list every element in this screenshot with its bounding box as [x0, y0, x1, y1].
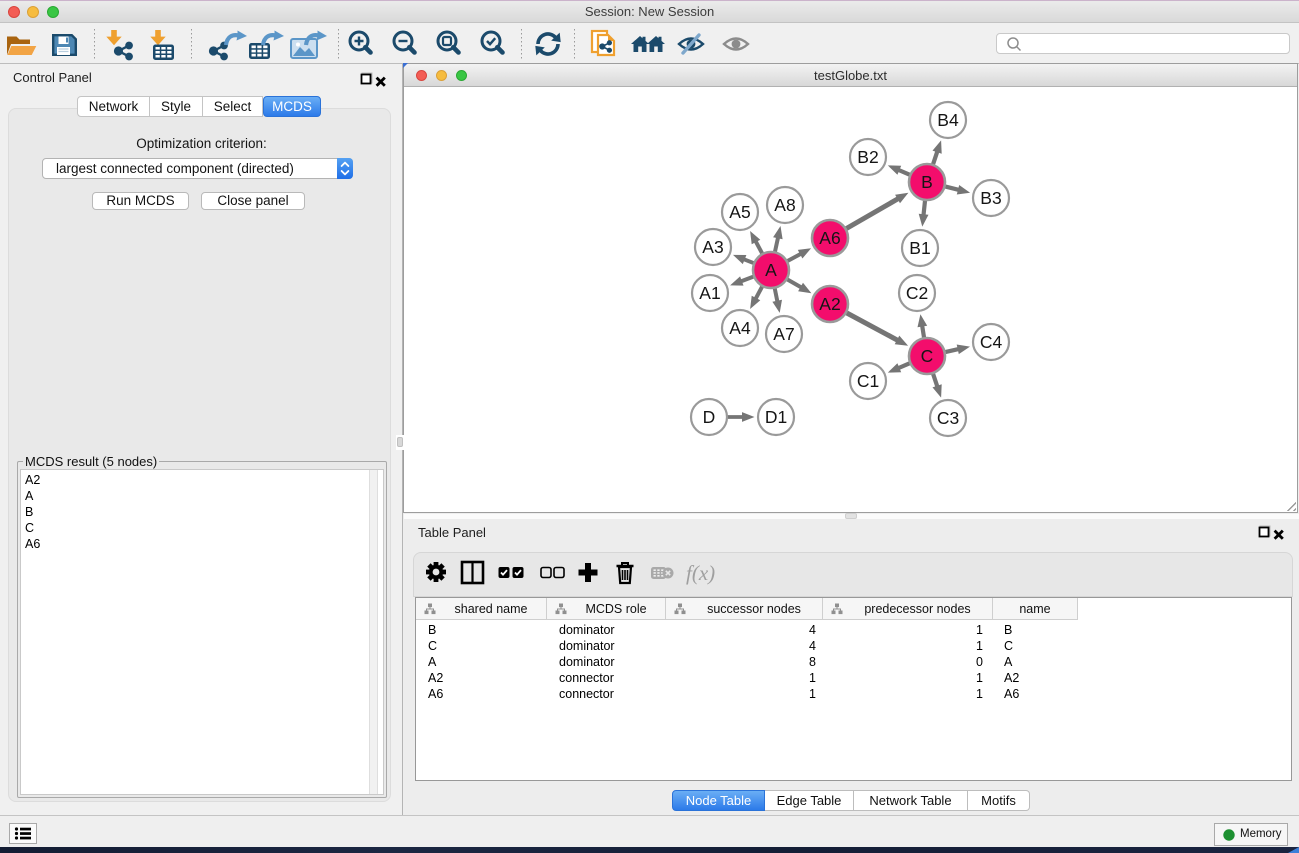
svg-text:C: C: [921, 346, 934, 366]
svg-text:C4: C4: [980, 332, 1003, 352]
svg-text:A8: A8: [774, 195, 795, 215]
svg-text:A: A: [765, 260, 777, 280]
svg-text:D: D: [703, 407, 716, 427]
svg-text:A5: A5: [729, 202, 750, 222]
svg-text:B: B: [921, 172, 933, 192]
svg-text:B2: B2: [857, 147, 878, 167]
svg-text:A7: A7: [773, 324, 794, 344]
svg-text:A4: A4: [729, 318, 751, 338]
svg-text:B1: B1: [909, 238, 930, 258]
svg-text:f(x): f(x): [686, 561, 715, 585]
svg-text:B3: B3: [980, 188, 1001, 208]
svg-text:A6: A6: [819, 228, 840, 248]
svg-text:A2: A2: [819, 294, 840, 314]
svg-text:A3: A3: [702, 237, 723, 257]
svg-text:A1: A1: [699, 283, 720, 303]
svg-text:C1: C1: [857, 371, 879, 391]
svg-text:C3: C3: [937, 408, 959, 428]
svg-text:D1: D1: [765, 407, 787, 427]
svg-text:C2: C2: [906, 283, 928, 303]
svg-text:B4: B4: [937, 110, 959, 130]
